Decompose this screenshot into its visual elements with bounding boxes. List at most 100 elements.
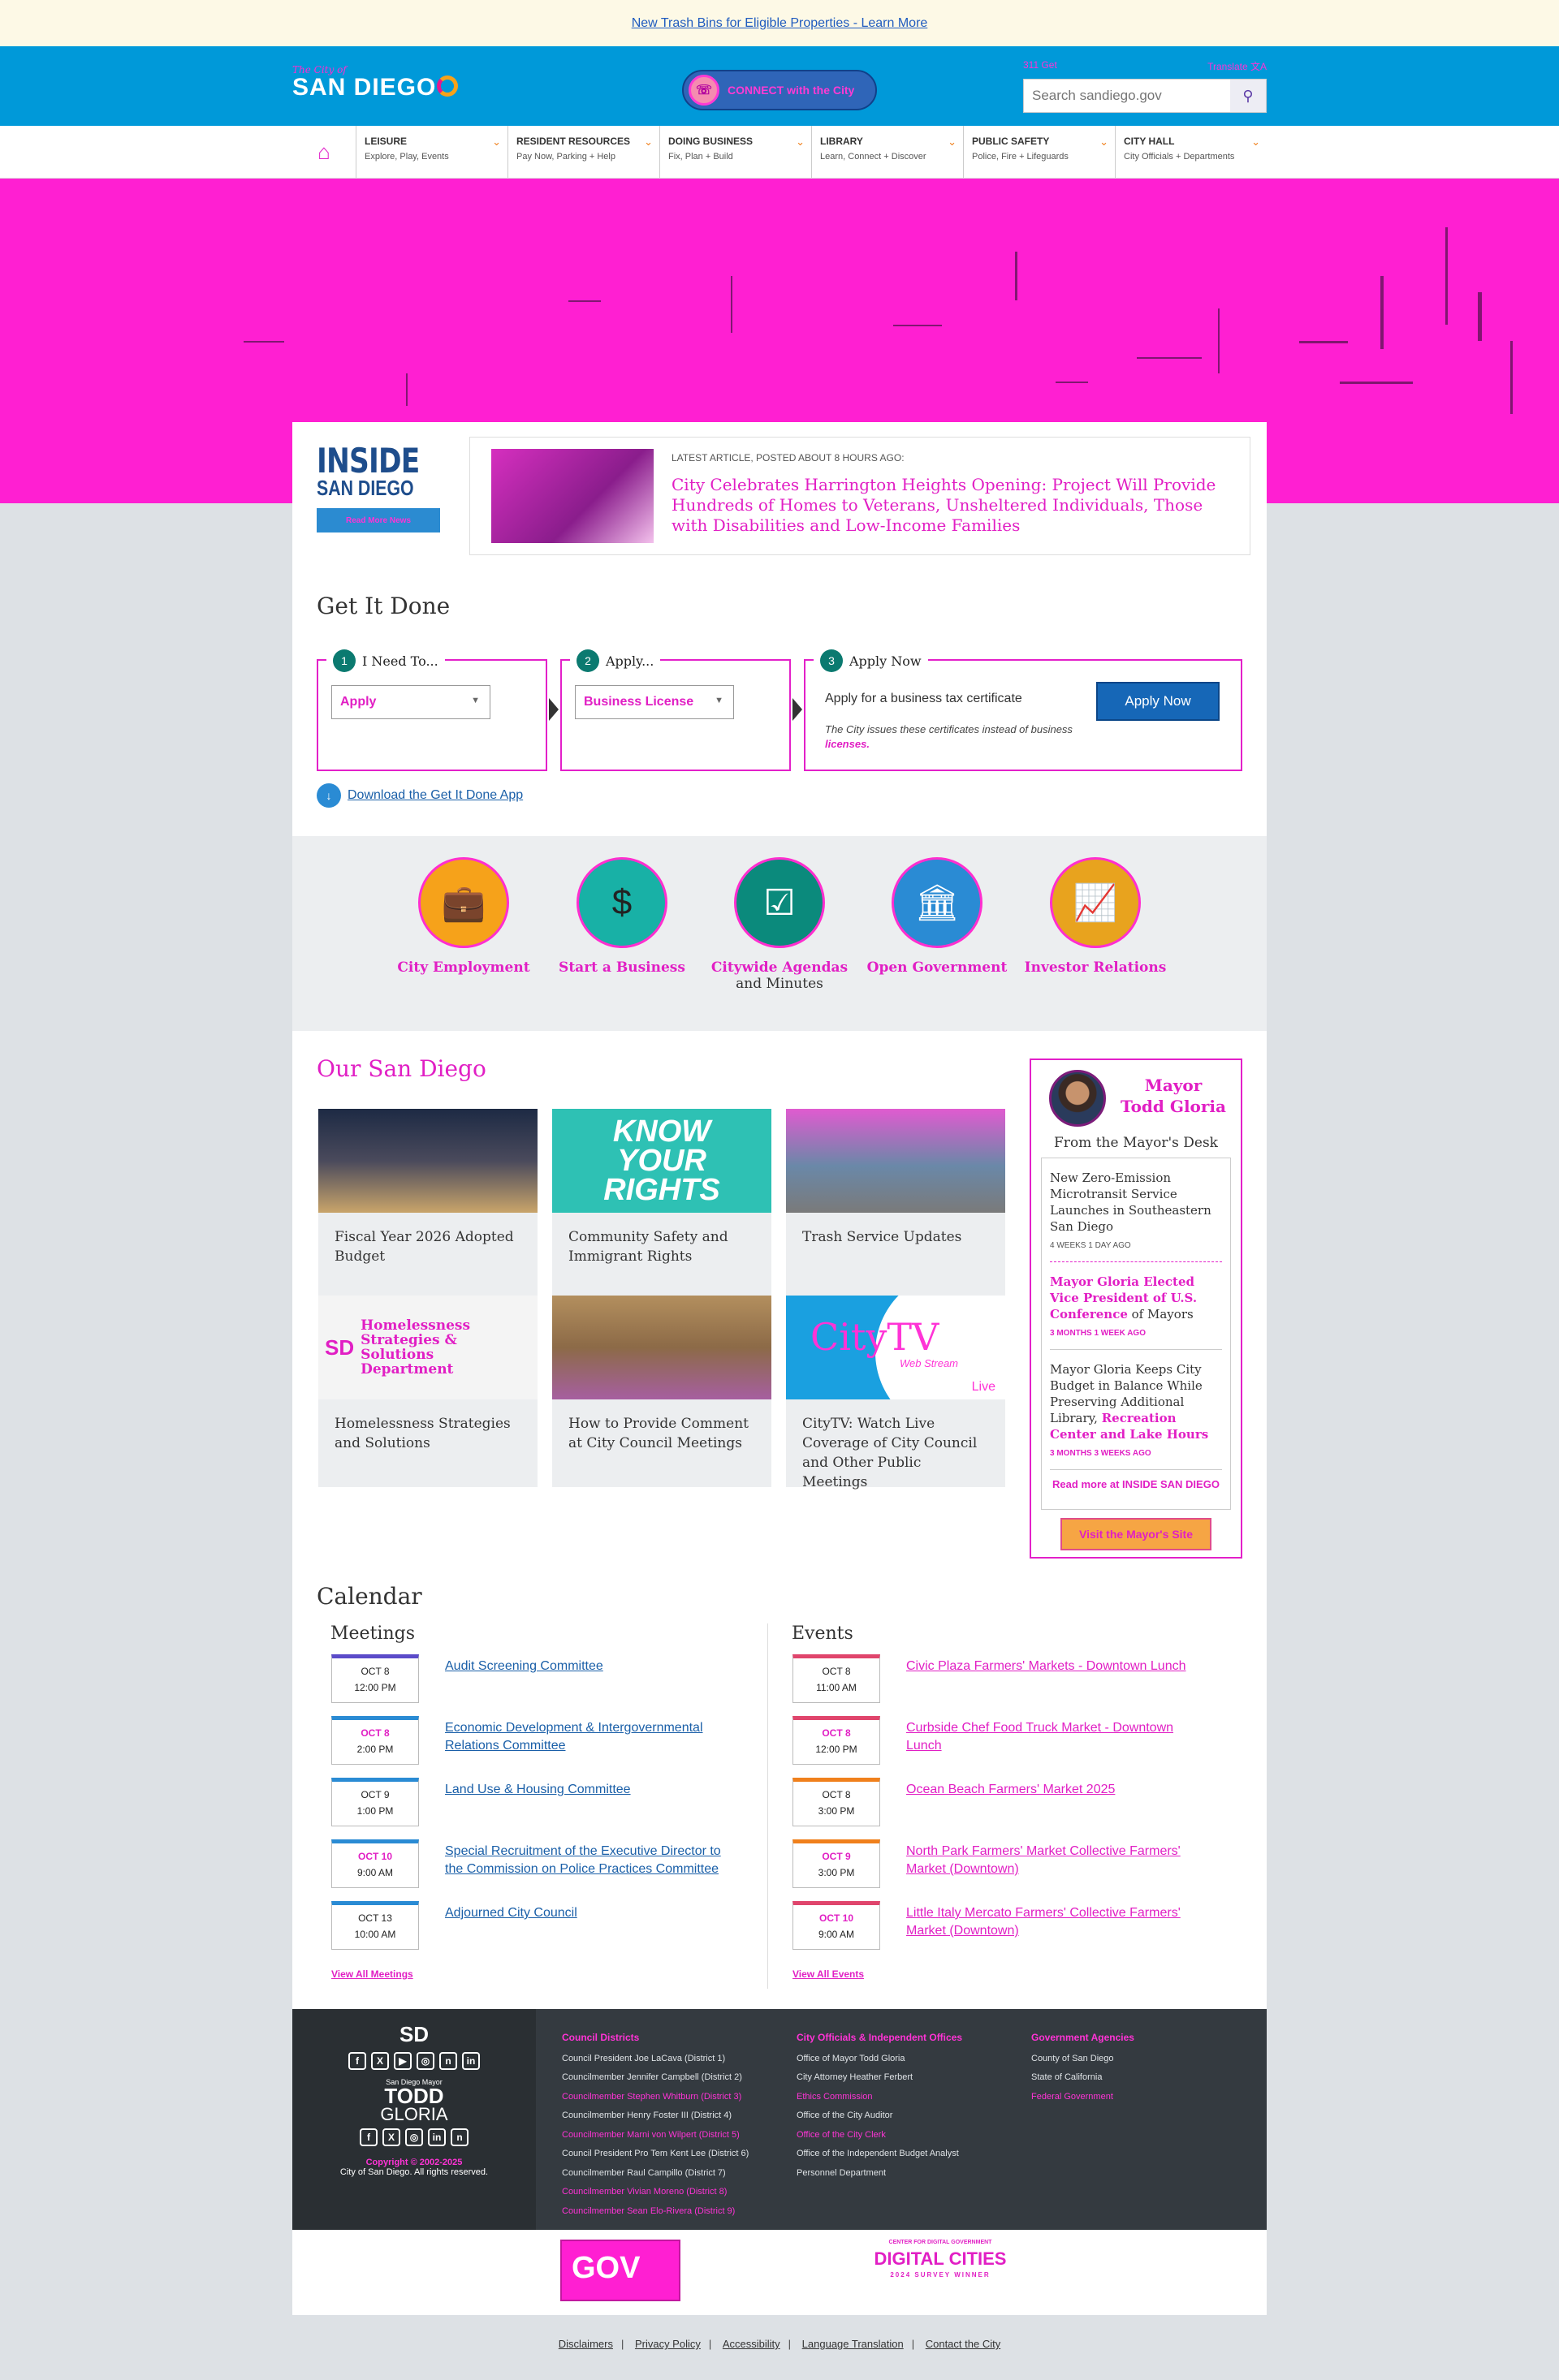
section-title: Calendar [317,1583,422,1610]
nav-item-library[interactable]: LIBRARY Learn, Connect + Discover ⌄ [811,126,963,178]
search-button[interactable]: ⚲ [1230,80,1266,112]
download-app-link[interactable]: Download the Get It Done App [348,788,523,803]
mayor-news-title[interactable]: New Zero-Emission Microtransit Service L… [1050,1170,1222,1235]
alert-link[interactable]: New Trash Bins for Eligible Properties -… [632,16,928,31]
latest-article-card[interactable]: LATEST ARTICLE, POSTED ABOUT 8 HOURS AGO… [469,437,1250,555]
footer-link[interactable]: Federal Government [1031,2088,1134,2107]
footer-link[interactable]: Councilmember Stephen Whitburn (District… [562,2088,749,2107]
tile-public-comment[interactable]: How to Provide Comment at City Council M… [552,1296,771,1487]
read-more-news-button[interactable]: Read More News [317,508,440,532]
nextdoor-icon[interactable]: n [439,2052,457,2070]
visit-mayor-site-button[interactable]: Visit the Mayor's Site [1060,1518,1211,1550]
footer-link[interactable]: Office of Mayor Todd Gloria [797,2050,962,2069]
footer-link[interactable]: Office of the Independent Budget Analyst [797,2145,962,2164]
nextdoor-icon[interactable]: n [451,2128,469,2146]
read-more-inside-link[interactable]: Read more at INSIDE SAN DIEGO [1050,1469,1222,1490]
tile-trash[interactable]: Trash Service Updates [786,1109,1005,1300]
inside-logo[interactable]: INSIDE SAN DIEGO Read More News [317,444,447,532]
apply-now-button[interactable]: Apply Now [1096,682,1220,721]
mayor-news-title[interactable]: Mayor Gloria Elected Vice President of U… [1050,1274,1222,1322]
translate-link[interactable]: Translate 文A [1207,59,1267,73]
event-date: OCT 8 [822,1727,851,1739]
site-footer: SD f X ▶ ◎ n in San Diego Mayor TODD GLORIA f… [292,2009,1267,2230]
step-2-select[interactable]: Business License ▼ [575,685,734,719]
mayor-news-title[interactable]: Mayor Gloria Keeps City Budget in Balanc… [1050,1361,1222,1442]
footer-link[interactable]: Councilmember Henry Foster III (District… [562,2106,749,2126]
footer-link[interactable]: Councilmember Jennifer Campbell (Distric… [562,2068,749,2088]
tile-budget[interactable]: Fiscal Year 2026 Adopted Budget [318,1109,538,1300]
event-link[interactable]: North Park Farmers' Market Collective Fa… [906,1843,1198,1878]
footer-link[interactable]: Councilmember Raul Campillo (District 7) [562,2164,749,2184]
x-icon[interactable]: X [371,2052,389,2070]
tile-homelessness[interactable]: SD Homelessness Strategies & Solutions D… [318,1296,538,1487]
event-link[interactable]: Little Italy Mercato Farmers' Collective… [906,1904,1198,1940]
step-label: I Need To... [362,653,438,669]
meeting-link[interactable]: Adjourned City Council [445,1904,737,1922]
tile-immigrant-rights[interactable]: KNOW YOUR RIGHTS Community Safety and Im… [552,1109,771,1300]
footer-link[interactable]: Ethics Commission [797,2088,962,2107]
footer-bottom-link[interactable]: Contact the City [926,2338,1001,2350]
linkedin-icon[interactable]: in [428,2128,446,2146]
footer-link[interactable]: Council President Joe LaCava (District 1… [562,2050,749,2069]
nav-item-public-safety[interactable]: PUBLIC SAFETY Police, Fire + Lifeguards ⌄ [963,126,1115,178]
footer-link[interactable]: Councilmember Marni von Wilpert (Distric… [562,2126,749,2145]
facebook-icon[interactable]: f [360,2128,378,2146]
footer-link[interactable]: Council President Pro Tem Kent Lee (Dist… [562,2145,749,2164]
footer-link[interactable]: County of San Diego [1031,2050,1134,2069]
quick-link-city-employment[interactable]: 💼 City Employment [391,857,537,976]
footer-bottom-link[interactable]: Accessibility [723,2338,780,2350]
event-link[interactable]: Ocean Beach Farmers' Market 2025 [906,1781,1198,1799]
view-all-events-link[interactable]: View All Events [792,1968,864,1980]
nav-item-leisure[interactable]: LEISURE Explore, Play, Events ⌄ [356,126,507,178]
article-meta: LATEST ARTICLE, POSTED ABOUT 8 HOURS AGO… [672,452,905,463]
meeting-link[interactable]: Audit Screening Committee [445,1658,737,1675]
footer-col-council: Council Districts Council President Joe … [562,2029,749,2221]
meeting-link[interactable]: Economic Development & Intergovernmental… [445,1719,737,1755]
search-input[interactable] [1024,80,1230,112]
nav-item-resident-resources[interactable]: RESIDENT RESOURCES Pay Now, Parking + Hel… [507,126,659,178]
step-label: Apply... [606,653,654,669]
footer-link[interactable]: City Attorney Heather Ferbert [797,2068,962,2088]
gov-badge[interactable]: GOV [560,2240,680,2301]
get-it-done-link[interactable]: 311 Get [1023,59,1057,71]
quick-link-investor-relations[interactable]: 📈 Investor Relations [1022,857,1168,976]
phone-icon: ☏ [689,75,719,106]
quick-link-start-business[interactable]: $ Start a Business [549,857,695,976]
footer-link[interactable]: State of California [1031,2068,1134,2088]
footer-link[interactable]: Councilmember Sean Elo-Rivera (District … [562,2202,749,2222]
event-link[interactable]: Civic Plaza Farmers' Markets - Downtown … [906,1658,1198,1675]
quick-link-label-2: and Minutes [736,976,823,992]
event-link[interactable]: Curbside Chef Food Truck Market - Downto… [906,1719,1198,1755]
meeting-link[interactable]: Land Use & Housing Committee [445,1781,737,1799]
home-icon[interactable]: ⌂ [292,126,356,178]
tile-citytv[interactable]: CityTV Web Stream Live CityTV: Watch Liv… [786,1296,1005,1490]
connect-button[interactable]: ☏ CONNECT with the City [682,70,877,110]
main-nav: ⌂ LEISURE Explore, Play, Events ⌄ RESIDENT… [0,126,1559,179]
quick-link-agendas[interactable]: ☑ Citywide Agendas and Minutes [706,857,853,992]
footer-bottom-link[interactable]: Privacy Policy [635,2338,701,2350]
meeting-link[interactable]: Special Recruitment of the Executive Dir… [445,1843,737,1878]
tile-image: SD Homelessness Strategies & Solutions D… [318,1296,538,1399]
instagram-icon[interactable]: ◎ [417,2052,434,2070]
x-icon[interactable]: X [382,2128,400,2146]
digital-cities-badge[interactable]: CENTER FOR DIGITAL GOVERNMENT DIGITAL CI… [874,2240,1007,2279]
city-logo[interactable]: The City of SAN DIEGO [292,64,458,100]
article-title[interactable]: City Celebrates Harrington Heights Openi… [672,475,1240,536]
youtube-icon[interactable]: ▶ [394,2052,412,2070]
footer-link[interactable]: Personnel Department [797,2164,962,2184]
footer-link[interactable]: Office of the City Auditor [797,2106,962,2126]
quick-link-open-government[interactable]: 🏛 Open Government [864,857,1010,976]
step-1-select[interactable]: Apply ▼ [331,685,490,719]
nav-item-city-hall[interactable]: CITY HALL City Officials + Departments ⌄ [1115,126,1267,178]
footer-link[interactable]: Office of the City Clerk [797,2126,962,2145]
footer-bottom-link[interactable]: Language Translation [802,2338,904,2350]
facebook-icon[interactable]: f [348,2052,366,2070]
nav-item-doing-business[interactable]: DOING BUSINESS Fix, Plan + Build ⌄ [659,126,811,178]
view-all-meetings-link[interactable]: View All Meetings [331,1968,413,1980]
linkedin-icon[interactable]: in [462,2052,480,2070]
footer-bottom-link[interactable]: Disclaimers [559,2338,613,2350]
tile-image-text: KNOW YOUR RIGHTS [552,1109,771,1213]
download-app[interactable]: ↓ Download the Get It Done App [317,783,523,808]
footer-link[interactable]: Councilmember Vivian Moreno (District 8) [562,2183,749,2202]
instagram-icon[interactable]: ◎ [405,2128,423,2146]
